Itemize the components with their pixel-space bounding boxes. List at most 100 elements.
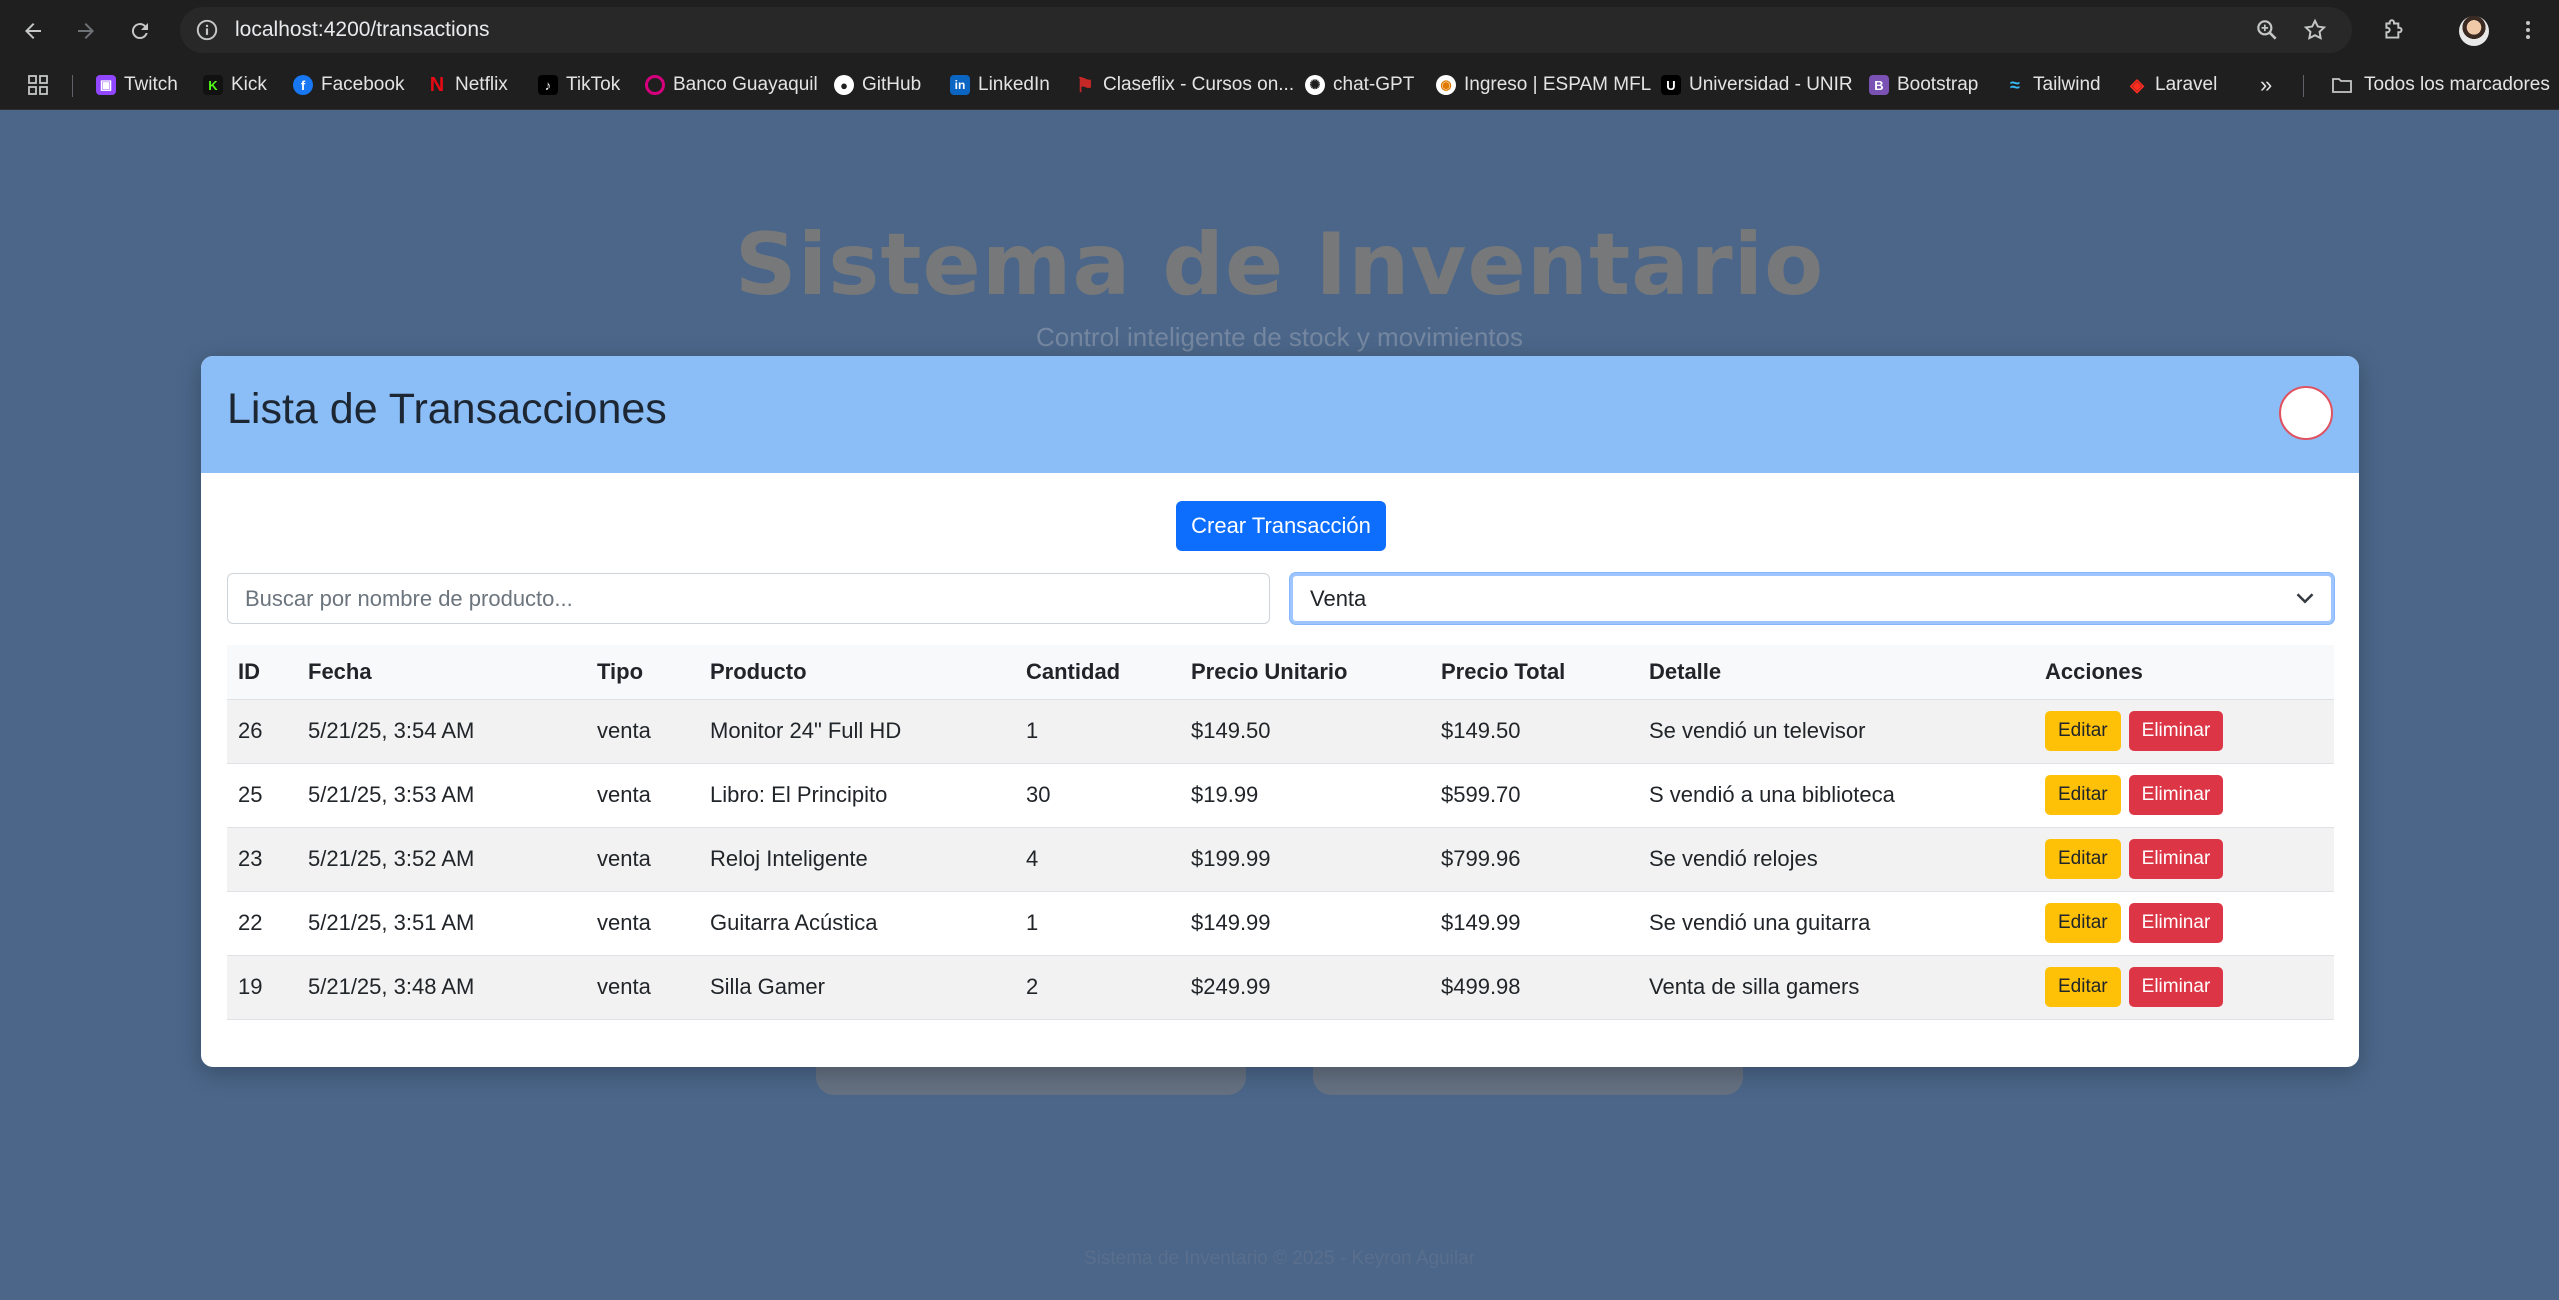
edit-button[interactable]: Editar: [2045, 967, 2121, 1007]
cell-fecha: 5/21/25, 3:53 AM: [297, 763, 586, 828]
delete-button[interactable]: Eliminar: [2128, 775, 2224, 815]
unir-icon: U: [1661, 75, 1681, 95]
bootstrap-icon: B: [1869, 75, 1889, 95]
all-bookmarks-folder[interactable]: Todos los marcadores: [2330, 60, 2550, 110]
cell-acciones: Editar Eliminar: [2034, 763, 2334, 828]
forward-button[interactable]: [67, 12, 105, 50]
bookmark-label: TikTok: [566, 74, 621, 95]
chevron-double-right-icon: »: [2260, 72, 2273, 97]
bookmark-label: GitHub: [862, 74, 922, 95]
tailwind-icon: ≈: [2010, 74, 2020, 95]
bookmarks-overflow-button[interactable]: »: [2260, 60, 2272, 110]
bookmark-bootstrap[interactable]: B Bootstrap: [1869, 60, 1978, 110]
delete-button[interactable]: Eliminar: [2128, 967, 2224, 1007]
bookmark-unir[interactable]: U Universidad - UNIR: [1661, 60, 1853, 110]
bookmark-label: Banco Guayaquil: [673, 74, 818, 95]
edit-button[interactable]: Editar: [2045, 775, 2121, 815]
create-transaction-button[interactable]: Crear Transacción: [1176, 501, 1386, 551]
cell-precio-unitario: $149.50: [1180, 699, 1430, 764]
bookmark-kick[interactable]: K Kick: [203, 60, 267, 110]
browser-menu-button[interactable]: [2512, 14, 2544, 46]
bookmark-star-icon[interactable]: [2302, 17, 2328, 43]
cell-detalle: Se vendió un televisor: [1638, 699, 2034, 764]
cell-id: 23: [227, 827, 297, 892]
laravel-icon: ◈: [2130, 74, 2144, 95]
cell-cantidad: 30: [1015, 763, 1180, 828]
bookmarks-bar: ▣ Twitch K Kick f Facebook N Netflix ♪ T…: [0, 60, 2559, 110]
bookmark-github[interactable]: ● GitHub: [834, 60, 921, 110]
bookmark-tiktok[interactable]: ♪ TikTok: [538, 60, 620, 110]
tiktok-icon: ♪: [538, 75, 558, 95]
cell-tipo: venta: [586, 955, 699, 1020]
puzzle-icon: [2385, 19, 2403, 39]
table-header-row: ID Fecha Tipo Producto Cantidad Precio U…: [227, 645, 2334, 700]
cell-precio-total: $799.96: [1430, 827, 1638, 892]
modal-title: Lista de Transacciones: [227, 385, 667, 433]
bookmark-chatgpt[interactable]: ✺ chat-GPT: [1305, 60, 1414, 110]
cell-cantidad: 1: [1015, 891, 1180, 956]
cell-precio-unitario: $199.99: [1180, 827, 1430, 892]
type-filter-select[interactable]: Venta: [1290, 573, 2334, 624]
cell-detalle: Se vendió una guitarra: [1638, 891, 2034, 956]
type-filter-value: Venta: [1310, 586, 1367, 611]
site-info-icon[interactable]: [194, 17, 220, 43]
edit-button[interactable]: Editar: [2045, 903, 2121, 943]
transactions-table: ID Fecha Tipo Producto Cantidad Precio U…: [227, 645, 2334, 1020]
back-button[interactable]: [14, 12, 52, 50]
chevron-down-icon: [2296, 593, 2314, 604]
bookmark-twitch[interactable]: ▣ Twitch: [96, 60, 178, 110]
cell-fecha: 5/21/25, 3:51 AM: [297, 891, 586, 956]
bookmark-facebook[interactable]: f Facebook: [293, 60, 404, 110]
cell-detalle: S vendió a una biblioteca: [1638, 763, 2034, 828]
bookmark-netflix[interactable]: N Netflix: [427, 60, 508, 110]
delete-button[interactable]: Eliminar: [2128, 903, 2224, 943]
cell-cantidad: 2: [1015, 955, 1180, 1020]
bookmark-linkedin[interactable]: in LinkedIn: [950, 60, 1050, 110]
bookmark-label: Claseflix - Cursos on...: [1103, 74, 1295, 95]
cell-precio-total: $149.99: [1430, 891, 1638, 956]
cell-precio-total: $599.70: [1430, 763, 1638, 828]
profile-avatar[interactable]: [2459, 16, 2489, 46]
column-header: Cantidad: [1015, 645, 1180, 700]
bookmark-label: Kick: [231, 74, 267, 95]
column-header: Tipo: [586, 645, 699, 700]
cell-acciones: Editar Eliminar: [2034, 891, 2334, 956]
modal-header: Lista de Transacciones: [201, 356, 2359, 473]
zoom-icon[interactable]: [2254, 17, 2280, 43]
kick-icon: K: [203, 75, 223, 95]
cell-precio-unitario: $19.99: [1180, 763, 1430, 828]
address-bar[interactable]: localhost:4200/transactions: [180, 7, 2352, 53]
extensions-button[interactable]: [2378, 14, 2410, 46]
reload-button[interactable]: [121, 12, 159, 50]
apps-button[interactable]: [26, 60, 50, 110]
product-search-input[interactable]: [227, 573, 1270, 624]
bookmark-claseflix[interactable]: ⚑ Claseflix - Cursos on...: [1075, 60, 1294, 110]
url-text[interactable]: localhost:4200/transactions: [235, 7, 490, 53]
browser-toolbar: localhost:4200/transactions: [0, 0, 2559, 60]
edit-button[interactable]: Editar: [2045, 839, 2121, 879]
reload-icon: [131, 23, 148, 40]
close-modal-button[interactable]: [2279, 386, 2333, 440]
folder-icon: [2332, 78, 2352, 93]
facebook-icon: f: [293, 75, 313, 95]
bookmark-banco-guayaquil[interactable]: Banco Guayaquil: [645, 60, 818, 110]
apps-grid-icon: [28, 75, 48, 95]
cell-acciones: Editar Eliminar: [2034, 699, 2334, 764]
bookmark-label: Laravel: [2155, 74, 2218, 95]
edit-button[interactable]: Editar: [2045, 711, 2121, 751]
delete-button[interactable]: Eliminar: [2128, 839, 2224, 879]
bookmark-label: Netflix: [455, 74, 508, 95]
banco-guayaquil-icon: [645, 75, 665, 95]
chatgpt-icon: ✺: [1305, 75, 1325, 95]
cell-tipo: venta: [586, 827, 699, 892]
table-row: 26 5/21/25, 3:54 AM venta Monitor 24" Fu…: [227, 699, 2334, 764]
bookmark-laravel[interactable]: ◈ Laravel: [2127, 60, 2217, 110]
cell-producto: Monitor 24" Full HD: [699, 699, 1015, 764]
bookmark-espam[interactable]: ◉ Ingreso | ESPAM MFL: [1436, 60, 1651, 110]
bookmark-label: Ingreso | ESPAM MFL: [1464, 74, 1652, 95]
cell-cantidad: 1: [1015, 699, 1180, 764]
cell-detalle: Venta de silla gamers: [1638, 955, 2034, 1020]
delete-button[interactable]: Eliminar: [2128, 711, 2224, 751]
cell-id: 26: [227, 699, 297, 764]
bookmark-tailwind[interactable]: ≈ Tailwind: [2005, 60, 2101, 110]
